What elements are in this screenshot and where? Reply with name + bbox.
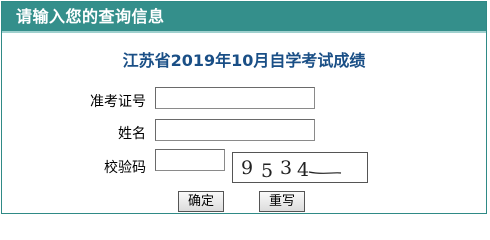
reset-button[interactable]: 重写 (259, 191, 305, 212)
captcha-char: 4 (297, 159, 309, 181)
form-title: 江苏省2019年10月自学考试成绩 (122, 51, 366, 70)
name-label: 姓名 (118, 126, 146, 142)
captcha-label: 校验码 (104, 160, 146, 176)
panel-header: 请输入您的查询信息 (2, 2, 486, 31)
captcha-noise-line (308, 171, 342, 174)
captcha-glyphs: 9 5 3 4 (241, 157, 342, 182)
captcha-char: 3 (280, 157, 292, 179)
header-divider (2, 31, 486, 33)
captcha-char: 5 (261, 160, 273, 182)
captcha-char: 9 (241, 157, 253, 179)
captcha-image[interactable]: 9 5 3 4 (232, 152, 368, 183)
query-panel: 请输入您的查询信息 江苏省2019年10月自学考试成绩 准考证号 姓名 校验码 … (1, 1, 487, 214)
confirm-button[interactable]: 确定 (178, 191, 224, 212)
exam-number-input[interactable] (155, 87, 315, 109)
captcha-input[interactable] (155, 149, 225, 171)
name-input[interactable] (155, 119, 315, 141)
exam-number-label: 准考证号 (90, 94, 146, 110)
